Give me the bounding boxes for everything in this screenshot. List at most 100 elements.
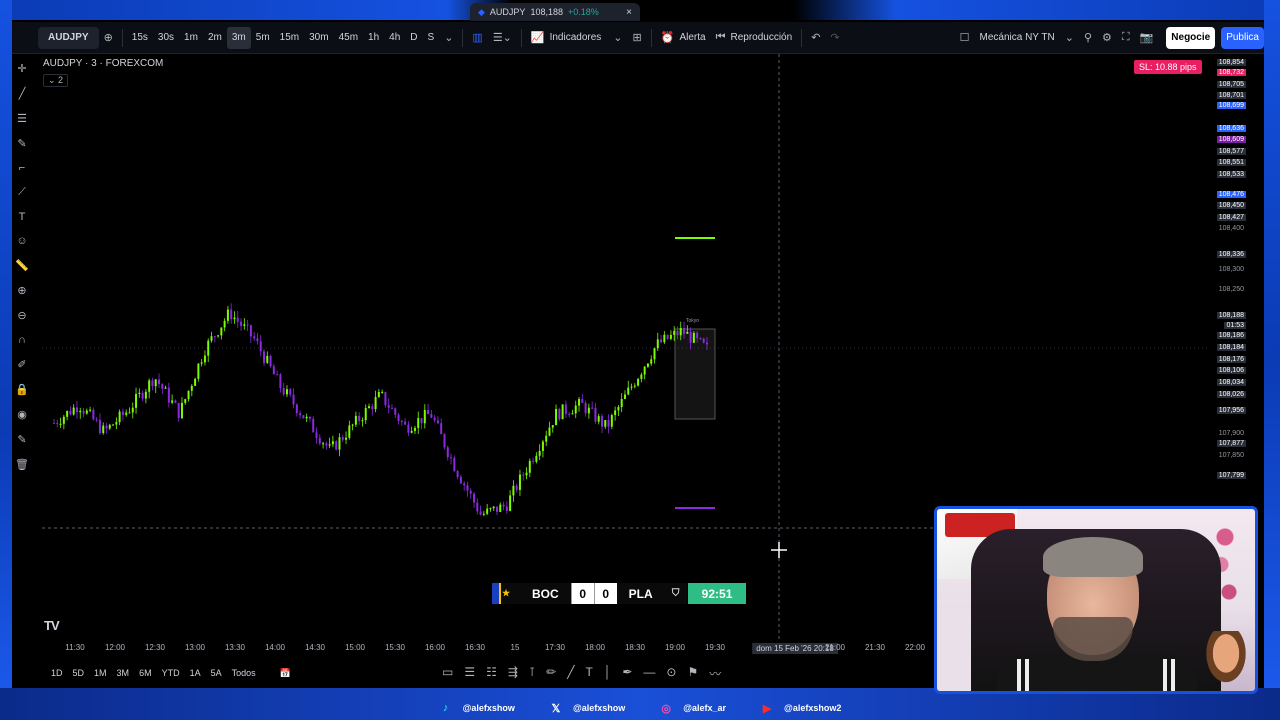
- trash-icon[interactable]: 🗑: [15, 458, 29, 471]
- ruler-tool-icon[interactable]: 📏: [15, 259, 29, 272]
- tiktok-handle: @alefxshow: [462, 703, 515, 713]
- range-5a[interactable]: 5A: [206, 668, 227, 678]
- symbol-search-button[interactable]: AUDJPY: [38, 26, 99, 49]
- camera-icon[interactable]: 📷: [1135, 27, 1159, 49]
- lock-drawing-icon[interactable]: ✐: [17, 358, 26, 371]
- social-instagram[interactable]: ◎ @alefx_ar: [659, 698, 726, 718]
- interval-5m[interactable]: 5m: [251, 27, 275, 49]
- magnet-icon[interactable]: ∩: [18, 334, 26, 346]
- interval-d[interactable]: D: [405, 27, 422, 49]
- pattern-tool-icon[interactable]: ⌐: [19, 162, 25, 174]
- candle-up: [66, 411, 69, 417]
- settings-icon[interactable]: ⚙: [1097, 27, 1117, 49]
- layout-dropdown-icon[interactable]: ⌄: [1060, 27, 1079, 49]
- rectangle-tool-icon[interactable]: ▭: [442, 665, 453, 682]
- candle-down: [308, 416, 311, 419]
- negocie-button[interactable]: Negocie: [1166, 26, 1216, 49]
- replay-button[interactable]: ⏮ Reproducción: [711, 27, 798, 49]
- tab-close-icon[interactable]: ×: [626, 7, 632, 18]
- candle-down: [53, 422, 55, 424]
- time-axis-label: 18:00: [584, 643, 606, 652]
- pen-tool-icon[interactable]: ✏: [546, 665, 556, 682]
- redo-icon[interactable]: ↷: [825, 27, 844, 49]
- layout-grid-icon[interactable]: ⊞: [628, 27, 647, 49]
- interval-30m[interactable]: 30m: [304, 27, 333, 49]
- interval-15m[interactable]: 15m: [275, 27, 304, 49]
- interval-s[interactable]: S: [423, 27, 440, 49]
- interval-2m[interactable]: 2m: [203, 27, 227, 49]
- measure-tool-icon[interactable]: ⊺: [529, 665, 535, 682]
- range-3m[interactable]: 3M: [112, 668, 135, 678]
- candle-up: [482, 513, 485, 515]
- social-youtube[interactable]: ▶ @alefxshow2: [760, 698, 842, 718]
- candle-down: [394, 408, 397, 415]
- tradingview-logo[interactable]: TV: [44, 618, 60, 633]
- interval-dropdown-icon[interactable]: ⌄: [439, 27, 458, 49]
- chart-type-icon[interactable]: ☰⌄: [488, 27, 517, 49]
- interval-1m[interactable]: 1m: [179, 27, 203, 49]
- line-tool-icon[interactable]: ╱: [567, 665, 574, 682]
- candle-up: [266, 355, 269, 363]
- range-5d[interactable]: 5D: [68, 668, 90, 678]
- interval-3m[interactable]: 3m: [226, 26, 251, 49]
- interval-30s[interactable]: 30s: [153, 27, 179, 49]
- trendline-tool-icon[interactable]: ╱: [19, 87, 26, 100]
- range-1a[interactable]: 1A: [185, 668, 206, 678]
- candle-down: [341, 437, 344, 440]
- interval-1h[interactable]: 1h: [363, 27, 384, 49]
- candle-up: [148, 380, 151, 392]
- time-axis[interactable]: 11:30 12:00 12:30 13:00 13:30 14:00 14:30 15:00…: [42, 643, 942, 657]
- text-label-tool-icon[interactable]: T: [585, 665, 592, 682]
- brush-tool-icon[interactable]: ✎: [17, 137, 26, 150]
- compare-icon[interactable]: ⊕: [99, 27, 118, 49]
- horizontal-line-tool-icon[interactable]: ―: [643, 665, 655, 682]
- time-axis-label: 15: [510, 643, 520, 652]
- fib-tool-icon[interactable]: ☰: [17, 112, 27, 125]
- highlighter-tool-icon[interactable]: ✒: [622, 665, 632, 682]
- projection-tool-icon[interactable]: ⟋: [18, 186, 26, 199]
- flag-tool-icon[interactable]: ⚑: [687, 665, 698, 682]
- layout-name-button[interactable]: Mecánica NY TN: [975, 27, 1060, 49]
- candle-up: [630, 386, 633, 388]
- quick-search-icon[interactable]: ⚲: [1079, 27, 1097, 49]
- ray-tool-icon[interactable]: ⇶: [508, 665, 518, 682]
- browser-tab[interactable]: ◆ AUDJPY 108,188 +0.18% ×: [470, 3, 640, 21]
- alert-button[interactable]: ⏰ Alerta: [656, 27, 711, 49]
- target-tool-icon[interactable]: ⊙: [666, 665, 676, 682]
- layout-checkbox-icon[interactable]: ☐: [955, 27, 975, 49]
- interval-15s[interactable]: 15s: [127, 27, 153, 49]
- undo-icon[interactable]: ↶: [806, 27, 825, 49]
- indicators-button[interactable]: 📈 Indicadores ⌄: [526, 27, 628, 49]
- stay-drawing-icon[interactable]: ✎: [17, 433, 26, 446]
- range-1m[interactable]: 1M: [89, 668, 112, 678]
- range-1d[interactable]: 1D: [46, 668, 68, 678]
- range-ytd[interactable]: YTD: [157, 668, 185, 678]
- away-crest-icon: ⛉: [664, 583, 687, 604]
- range-all[interactable]: Todos: [227, 668, 261, 678]
- goto-date-icon[interactable]: 📅: [275, 668, 296, 679]
- interval-4h[interactable]: 4h: [384, 27, 405, 49]
- candles-icon[interactable]: ▥: [467, 27, 487, 49]
- emoji-tool-icon[interactable]: ☺: [16, 235, 27, 247]
- vertical-line-tool-icon[interactable]: │: [604, 665, 612, 682]
- channel-tool-icon[interactable]: ☷: [486, 665, 497, 682]
- text-tool-icon[interactable]: T: [19, 211, 26, 223]
- candle-up: [492, 506, 495, 509]
- zoom-in-icon[interactable]: ⊕: [17, 284, 26, 297]
- zoom-out-icon[interactable]: ⊖: [17, 309, 26, 322]
- range-6m[interactable]: 6M: [134, 668, 157, 678]
- social-x[interactable]: 𝕏 @alefxshow: [549, 698, 626, 718]
- candle-up: [528, 460, 531, 473]
- cursor-tool-icon[interactable]: ✛: [17, 62, 26, 75]
- lines-tool-icon[interactable]: ☰: [464, 665, 475, 682]
- publish-button[interactable]: Publica: [1221, 26, 1264, 49]
- social-tiktok[interactable]: ♪ @alefxshow: [439, 698, 515, 718]
- candle-down: [295, 404, 298, 414]
- interval-45m[interactable]: 45m: [334, 27, 363, 49]
- visibility-icon[interactable]: ◉: [17, 408, 27, 421]
- lock-icon[interactable]: 🔒: [15, 383, 29, 396]
- fullscreen-icon[interactable]: ⛶: [1117, 27, 1135, 49]
- wave-tool-icon[interactable]: 〰: [709, 665, 721, 682]
- webcam-overlay: [934, 506, 1258, 694]
- toolbar-divider: [462, 28, 464, 47]
